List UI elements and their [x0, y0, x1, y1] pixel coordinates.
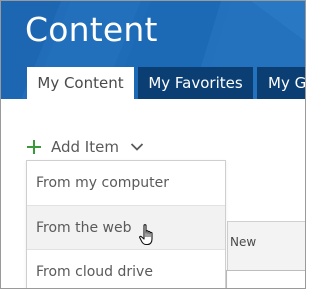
menu-item-from-the-web[interactable]: From the web [27, 206, 225, 250]
content-table-partial: New [226, 221, 305, 288]
screenshot-frame: Content My Content My Favorites My G Add… [0, 0, 306, 289]
add-item-dropdown-menu: From my computer From the web From cloud… [26, 160, 226, 288]
content-header: Content My Content My Favorites My G [1, 1, 305, 99]
hand-pointer-cursor-icon [139, 224, 153, 246]
add-item-label: Add Item [51, 138, 119, 156]
page-title: Content [25, 10, 158, 49]
plus-icon [27, 140, 41, 154]
tab-my-favorites[interactable]: My Favorites [138, 67, 253, 99]
table-column-header-new[interactable]: New [228, 222, 305, 262]
table-input-field[interactable] [226, 270, 305, 288]
menu-item-from-cloud-drive[interactable]: From cloud drive [27, 250, 225, 288]
add-item-button[interactable]: Add Item [25, 136, 144, 158]
chevron-down-icon [130, 143, 144, 151]
menu-item-from-my-computer[interactable]: From my computer [27, 161, 225, 205]
tab-my-content[interactable]: My Content [27, 67, 134, 99]
tab-my-groups[interactable]: My G [257, 67, 305, 99]
